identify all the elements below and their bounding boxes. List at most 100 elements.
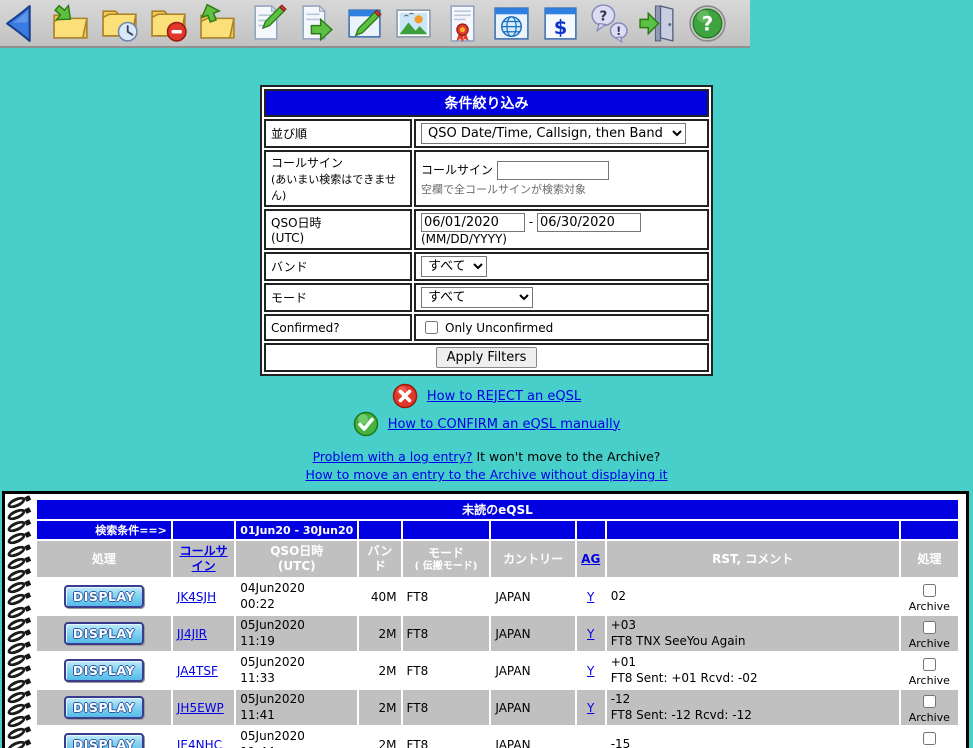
- band-select[interactable]: すべて: [421, 256, 487, 277]
- spiral-coil: [5, 738, 28, 748]
- how-to-reject-link[interactable]: How to REJECT an eQSL: [427, 389, 581, 404]
- archive-cell: Archive: [900, 690, 958, 726]
- sort-select[interactable]: QSO Date/Time, Callsign, then Band: [421, 123, 686, 144]
- band-cell: 2M: [359, 616, 401, 652]
- callsign-cell: JK4SJH: [173, 579, 234, 614]
- eqsl-row: DISPLAY JH5EWP 05Jun2020 11:41 2M FT8 JAPAN Y -1…: [37, 690, 958, 726]
- action-cell: DISPLAY: [37, 616, 171, 652]
- only-unconfirmed-checkbox[interactable]: [425, 321, 438, 334]
- qso-datetime-cell: 05Jun202011:44: [236, 727, 357, 748]
- display-button[interactable]: DISPLAY: [63, 585, 145, 609]
- ag-link[interactable]: Y: [587, 627, 594, 641]
- callsign-input[interactable]: [496, 160, 609, 180]
- date-separator: -: [528, 215, 534, 229]
- eqsl-row: DISPLAY JE4NHC 05Jun202011:44 2M FT8 JAPAN -15…: [37, 727, 958, 748]
- window-edit-icon[interactable]: [344, 3, 385, 44]
- folder-out-icon[interactable]: [197, 3, 238, 44]
- qso-date: 05Jun2020: [240, 618, 305, 633]
- qso-date: 05Jun2020: [240, 692, 305, 707]
- qso-time: 11:33: [240, 670, 275, 685]
- folder-delete-icon[interactable]: [148, 3, 189, 44]
- callsign-link[interactable]: JK4SJH: [177, 590, 216, 604]
- date-from-input[interactable]: [421, 213, 525, 232]
- callsign-link[interactable]: JA4TSF: [177, 664, 218, 678]
- mode-cell: FT8: [406, 589, 429, 604]
- ag-link[interactable]: Y: [587, 590, 594, 604]
- ag-cell: Y: [576, 690, 605, 726]
- col-header-ag-link[interactable]: AG: [581, 552, 600, 566]
- table-title: 未読のeQSL: [37, 500, 958, 520]
- rst-comment-cell: +03 FT8 TNX SeeYou Again: [606, 616, 899, 652]
- rst-value: +01: [610, 655, 637, 670]
- display-button[interactable]: DISPLAY: [63, 659, 145, 683]
- help-icon[interactable]: ?: [687, 3, 728, 44]
- rst-value: 02: [610, 588, 626, 603]
- ag-link[interactable]: Y: [587, 701, 594, 715]
- callsign-cell: JE4NHC: [173, 727, 234, 748]
- action-cell: DISPLAY: [37, 690, 171, 726]
- col-header-callsign-link[interactable]: コールサイン: [180, 544, 228, 573]
- display-button[interactable]: DISPLAY: [63, 622, 145, 646]
- qso-time: 11:41: [240, 707, 275, 722]
- archive-checkbox[interactable]: [923, 694, 937, 708]
- problem-log-entry-link[interactable]: Problem with a log entry?: [313, 449, 473, 464]
- how-to-confirm-link[interactable]: How to CONFIRM an eQSL manually: [388, 417, 621, 432]
- callsign-field-label: コールサイン: [421, 162, 494, 177]
- spiral-coil: [5, 604, 28, 621]
- mode-select[interactable]: すべて: [421, 287, 533, 308]
- spiral-coil: [5, 689, 28, 706]
- col-header-country: カントリー: [491, 541, 575, 578]
- display-button[interactable]: DISPLAY: [63, 733, 145, 748]
- callsign-link[interactable]: JJ4JIR: [177, 627, 207, 641]
- rst-comment-cell: -12 FT8 Sent: -12 Rcvd: -12: [606, 690, 899, 726]
- globe-icon[interactable]: [491, 3, 532, 44]
- only-unconfirmed-label: Only Unconfirmed: [445, 320, 554, 335]
- spiral-coil: [5, 628, 28, 645]
- rst-value: +03: [610, 618, 637, 633]
- ag-link[interactable]: Y: [587, 664, 594, 678]
- problem-log-entry-text: It won't move to the Archive?: [472, 449, 661, 464]
- archive-checkbox[interactable]: [923, 583, 937, 597]
- exit-icon[interactable]: [638, 3, 679, 44]
- mode-cell: FT8: [406, 663, 429, 678]
- spiral-coil: [5, 567, 28, 584]
- spiral-binding: [5, 494, 35, 748]
- display-button[interactable]: DISPLAY: [63, 696, 145, 720]
- back-icon[interactable]: [1, 3, 42, 44]
- faq-icon[interactable]: ?!: [589, 3, 630, 44]
- archive-checkbox[interactable]: [923, 657, 937, 671]
- mode-cell: FT8: [402, 616, 490, 652]
- move-to-archive-link[interactable]: How to move an entry to the Archive with…: [305, 467, 667, 482]
- qso-datetime-cell: 05Jun2020 11:19: [236, 616, 358, 652]
- date-to-input[interactable]: [537, 213, 641, 232]
- ag-cell: [577, 727, 605, 748]
- apply-filters-button[interactable]: Apply Filters: [435, 347, 538, 368]
- archive-checkbox[interactable]: [923, 620, 937, 634]
- callsign-note: (あいまい検索はできません): [271, 173, 396, 202]
- callsign-link[interactable]: JE4NHC: [177, 738, 222, 748]
- band-cell: 2M: [378, 737, 397, 748]
- qso-date-label: QSO日時: [271, 216, 322, 230]
- filter-form: 条件絞り込み 並び順 QSO Date/Time, Callsign, then…: [260, 85, 713, 376]
- eqsl-row: DISPLAY JA4TSF 05Jun2020 11:33 2M FT8 JAPAN Y +0…: [37, 653, 958, 688]
- eqsl-row: DISPLAY JK4SJH 04Jun2020 00:22 40M FT8 JAPAN Y 0…: [37, 579, 958, 614]
- archive-label: Archive: [908, 673, 950, 687]
- qso-datetime-cell: 04Jun2020 00:22: [236, 579, 357, 614]
- spiral-coil: [5, 494, 28, 511]
- folder-clock-icon[interactable]: [99, 3, 140, 44]
- doc-forward-icon[interactable]: [295, 3, 336, 44]
- folder-in-icon[interactable]: [50, 3, 91, 44]
- ag-cell: Y: [577, 653, 605, 688]
- image-icon[interactable]: [393, 3, 434, 44]
- callsign-link[interactable]: JH5EWP: [177, 701, 224, 715]
- archive-checkbox[interactable]: [923, 731, 937, 745]
- search-criteria-label: 検索条件==>: [37, 521, 171, 540]
- spiral-coil: [5, 616, 28, 633]
- dollar-icon[interactable]: $: [540, 3, 581, 44]
- archive-label: Archive: [908, 599, 950, 613]
- band-label: バンド: [264, 252, 412, 281]
- certificate-icon[interactable]: [442, 3, 483, 44]
- qso-datetime-cell: 05Jun2020 11:33: [236, 653, 357, 688]
- doc-edit-icon[interactable]: [246, 3, 287, 44]
- ag-cell: Y: [576, 616, 605, 652]
